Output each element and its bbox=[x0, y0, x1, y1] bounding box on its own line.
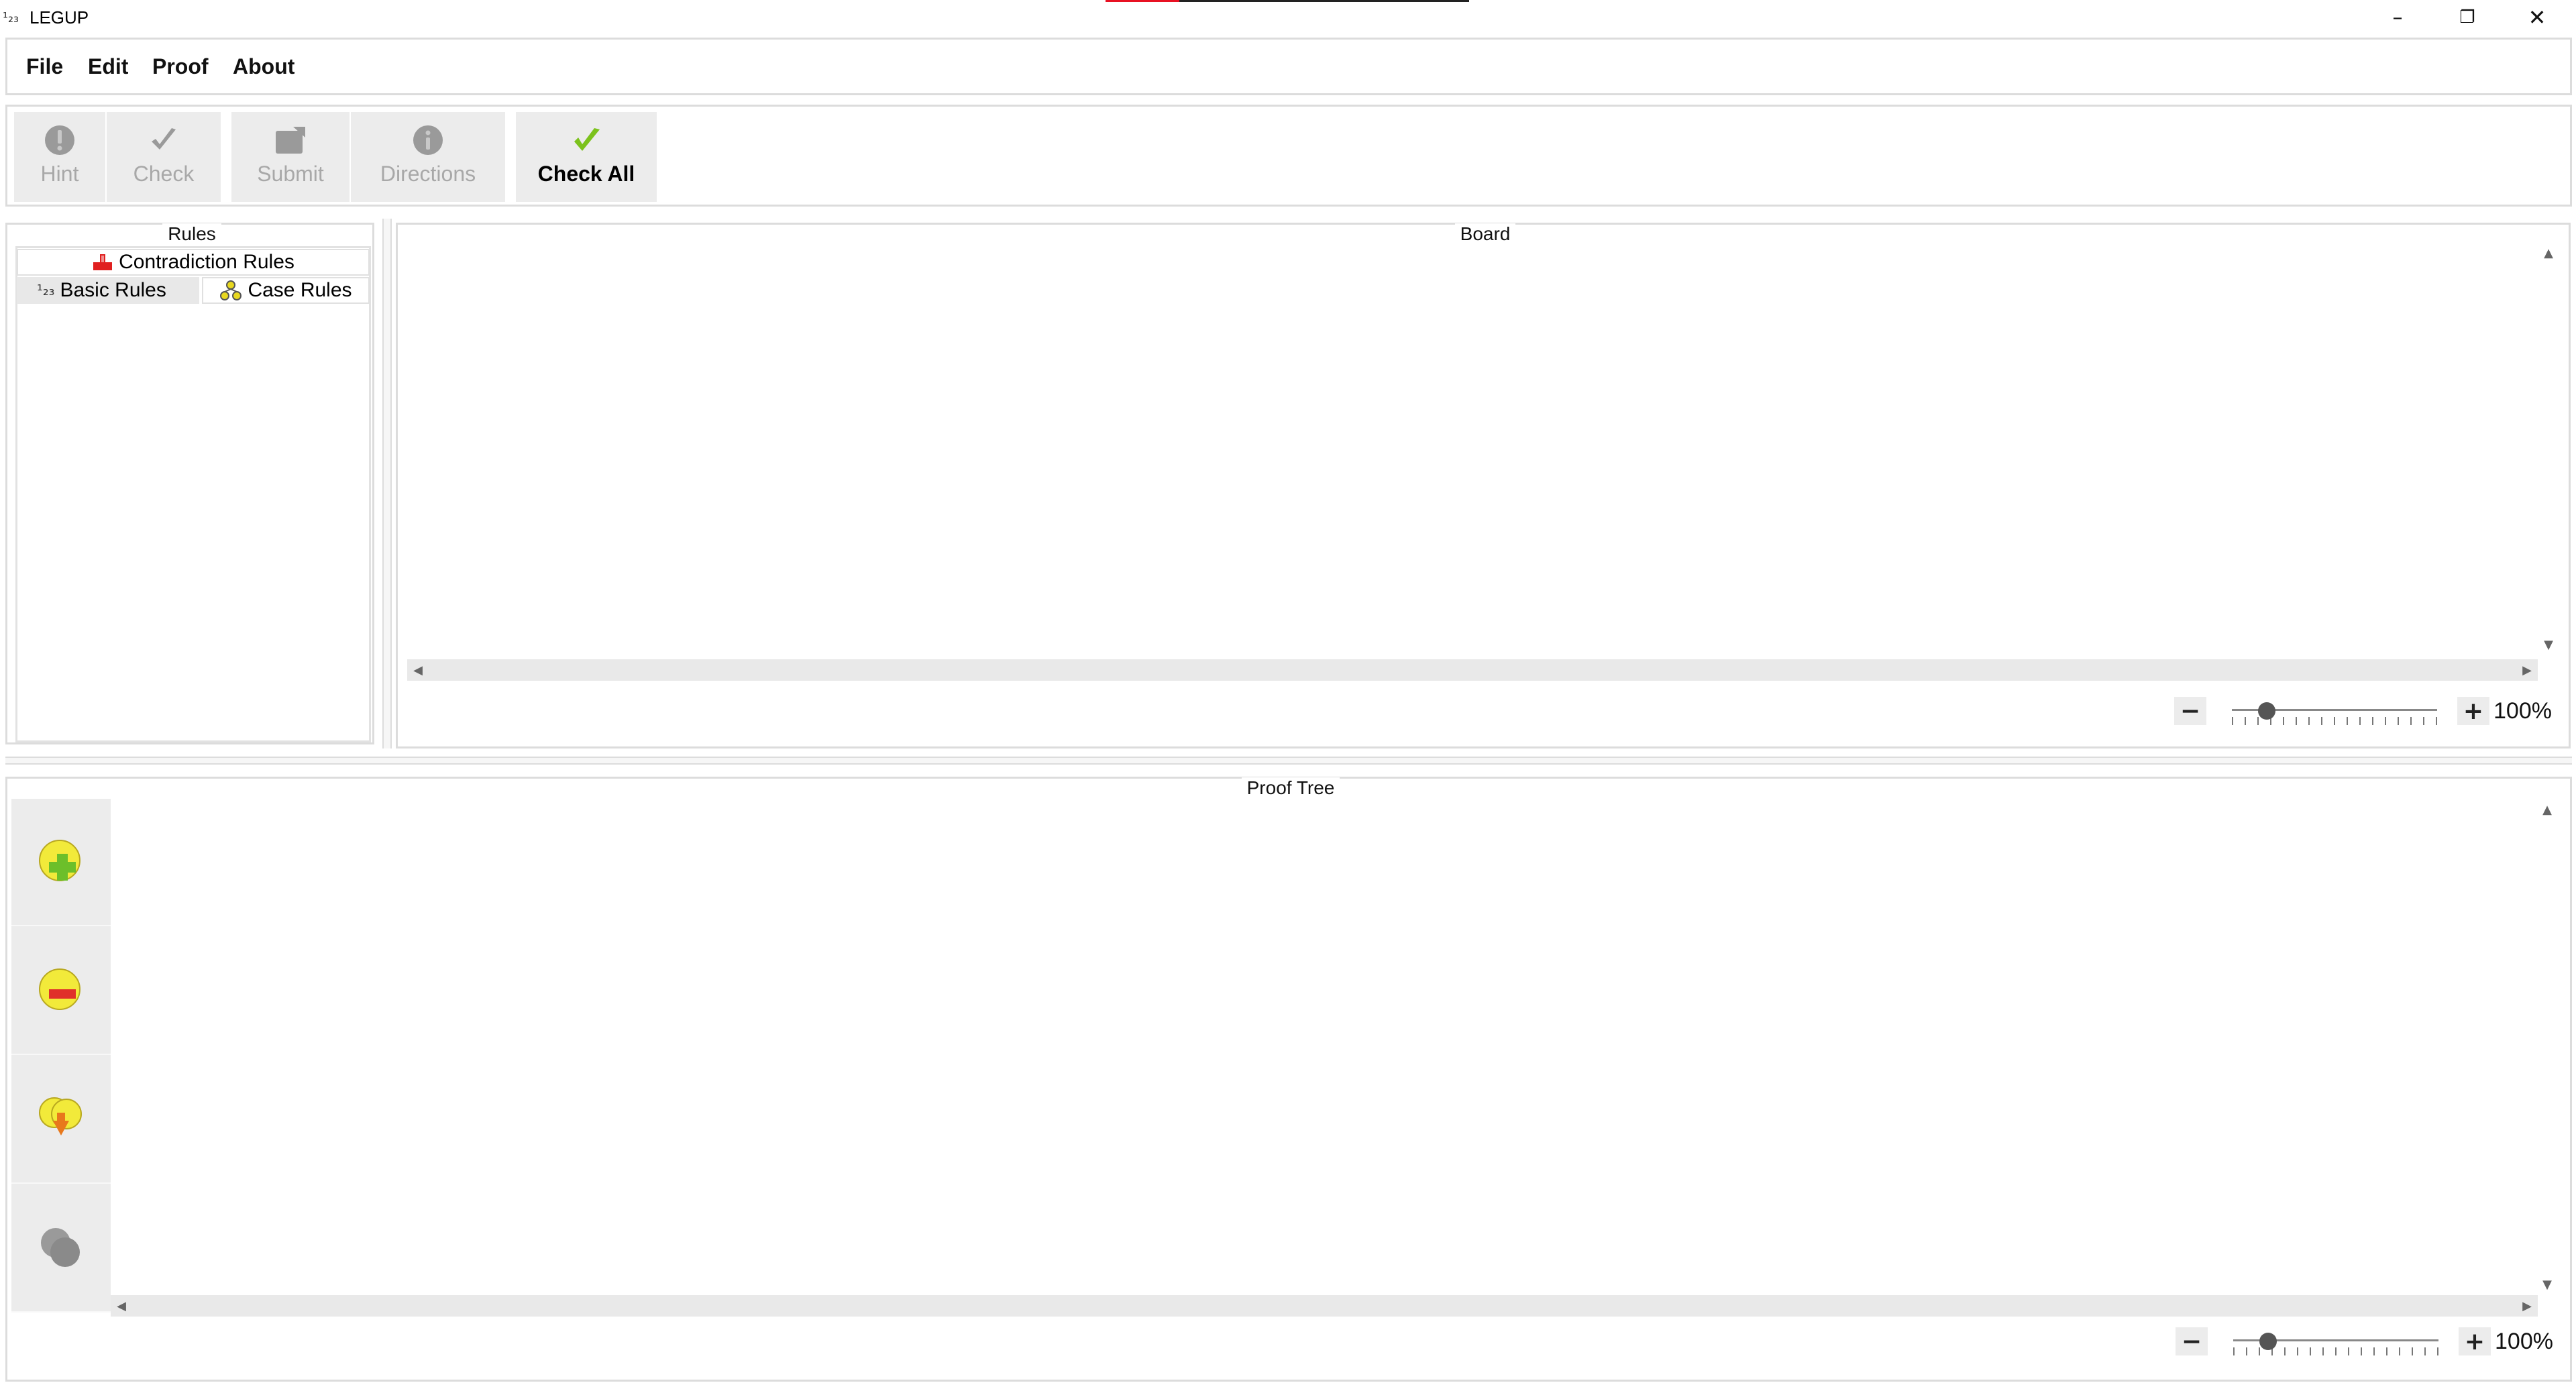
scroll-up-icon[interactable]: ▲ bbox=[2538, 242, 2559, 264]
check-label: Check bbox=[133, 162, 195, 186]
legup-app-icon: ¹₂₃ bbox=[3, 9, 19, 25]
submit-icon bbox=[272, 123, 309, 158]
proof-zoom-bar: − + 100% bbox=[2176, 1327, 2553, 1355]
check-button[interactable]: Check bbox=[107, 112, 221, 202]
title-accent-red bbox=[1106, 0, 1179, 2]
board-vertical-scrollbar[interactable]: ▲ ▼ bbox=[2538, 242, 2559, 655]
basic-rules-icon: ¹₂₃ bbox=[37, 282, 55, 299]
scroll-down-icon[interactable]: ▼ bbox=[2536, 1274, 2558, 1295]
tab-contradiction-rules[interactable]: Contradiction Rules bbox=[17, 249, 370, 276]
directions-label: Directions bbox=[380, 162, 476, 186]
rules-panel-title: Rules bbox=[7, 223, 376, 245]
add-node-button[interactable] bbox=[11, 799, 111, 926]
board-zoom-bar: − + 100% bbox=[2174, 697, 2552, 725]
hint-icon bbox=[41, 123, 78, 158]
proof-tree-title-text: Proof Tree bbox=[1241, 777, 1340, 798]
check-icon bbox=[145, 123, 182, 158]
rules-title-text: Rules bbox=[162, 223, 221, 244]
scroll-left-icon[interactable]: ◀ bbox=[407, 659, 429, 681]
board-horizontal-scrollbar[interactable]: ◀ ▶ bbox=[407, 659, 2538, 681]
menu-about[interactable]: About bbox=[233, 53, 294, 80]
proof-tree-toolbar bbox=[11, 799, 111, 1313]
submit-button[interactable]: Submit bbox=[231, 112, 350, 202]
proof-zoom-slider[interactable] bbox=[2232, 1327, 2440, 1355]
check-all-label: Check All bbox=[537, 162, 635, 186]
toolbar: Hint Check Submit Directions Check All bbox=[5, 105, 2572, 207]
hint-label: Hint bbox=[40, 162, 79, 186]
board-title-text: Board bbox=[1454, 223, 1516, 244]
board-panel: Board ▲ ▼ ◀ ▶ − + 100% bbox=[396, 223, 2571, 748]
proof-tree-vertical-scrollbar[interactable]: ▲ ▼ bbox=[2536, 799, 2558, 1295]
scroll-right-icon[interactable]: ▶ bbox=[2516, 1295, 2538, 1317]
tab-contradiction-label: Contradiction Rules bbox=[119, 251, 294, 273]
proof-tree-horizontal-scrollbar[interactable]: ◀ ▶ bbox=[111, 1295, 2538, 1317]
vertical-splitter[interactable] bbox=[382, 219, 392, 748]
tab-basic-rules[interactable]: ¹₂₃ Basic Rules bbox=[17, 277, 199, 304]
submit-label: Submit bbox=[257, 162, 324, 186]
info-icon bbox=[409, 123, 447, 158]
collapse-node-icon bbox=[41, 1228, 80, 1267]
green-check-icon bbox=[568, 123, 605, 158]
case-rules-icon bbox=[219, 280, 242, 301]
contradiction-icon bbox=[92, 253, 113, 272]
menu-bar: File Edit Proof About bbox=[5, 38, 2572, 95]
tab-case-rules[interactable]: Case Rules bbox=[202, 277, 370, 304]
menu-edit[interactable]: Edit bbox=[88, 53, 128, 80]
proof-tree-title: Proof Tree bbox=[7, 777, 2574, 799]
proof-zoom-knob[interactable] bbox=[2259, 1333, 2277, 1350]
scroll-right-icon[interactable]: ▶ bbox=[2516, 659, 2538, 681]
hint-button[interactable]: Hint bbox=[14, 112, 105, 202]
collapse-node-button[interactable] bbox=[11, 1185, 111, 1313]
scroll-left-icon[interactable]: ◀ bbox=[111, 1295, 132, 1317]
close-button[interactable]: ✕ bbox=[2502, 0, 2572, 35]
add-node-icon bbox=[39, 840, 80, 881]
proof-zoom-in-button[interactable]: + bbox=[2459, 1327, 2491, 1355]
proof-zoom-level: 100% bbox=[2495, 1328, 2553, 1354]
scroll-up-icon[interactable]: ▲ bbox=[2536, 799, 2558, 820]
merge-node-icon bbox=[39, 1097, 82, 1135]
menu-file[interactable]: File bbox=[26, 53, 63, 80]
rules-panel: Rules Contradiction Rules ¹₂₃ Basic Rule… bbox=[5, 223, 374, 744]
proof-tree-panel: Proof Tree ▲ ▼ ◀ ▶ − + 100% bbox=[5, 777, 2572, 1382]
board-zoom-slider[interactable] bbox=[2231, 697, 2438, 725]
restore-button[interactable]: ❐ bbox=[2432, 0, 2502, 35]
rules-tab-content bbox=[15, 246, 371, 742]
window-title: LEGUP bbox=[30, 7, 89, 27]
horizontal-splitter[interactable] bbox=[5, 757, 2572, 765]
tab-basic-label: Basic Rules bbox=[60, 279, 166, 301]
menu-proof[interactable]: Proof bbox=[152, 53, 209, 80]
check-all-button[interactable]: Check All bbox=[516, 112, 657, 202]
directions-button[interactable]: Directions bbox=[351, 112, 505, 202]
minimize-button[interactable]: – bbox=[2363, 0, 2432, 35]
scroll-down-icon[interactable]: ▼ bbox=[2538, 634, 2559, 655]
remove-node-button[interactable] bbox=[11, 928, 111, 1055]
remove-node-icon bbox=[39, 968, 80, 1010]
tab-case-label: Case Rules bbox=[248, 279, 352, 301]
board-zoom-out-button[interactable]: − bbox=[2174, 697, 2206, 725]
merge-node-button[interactable] bbox=[11, 1056, 111, 1184]
board-zoom-knob[interactable] bbox=[2258, 702, 2276, 720]
board-zoom-in-button[interactable]: + bbox=[2457, 697, 2489, 725]
board-zoom-level: 100% bbox=[2493, 698, 2552, 724]
title-bar: ¹₂₃ LEGUP – ❐ ✕ bbox=[0, 0, 2576, 35]
board-panel-title: Board bbox=[398, 223, 2573, 245]
proof-zoom-out-button[interactable]: − bbox=[2176, 1327, 2208, 1355]
